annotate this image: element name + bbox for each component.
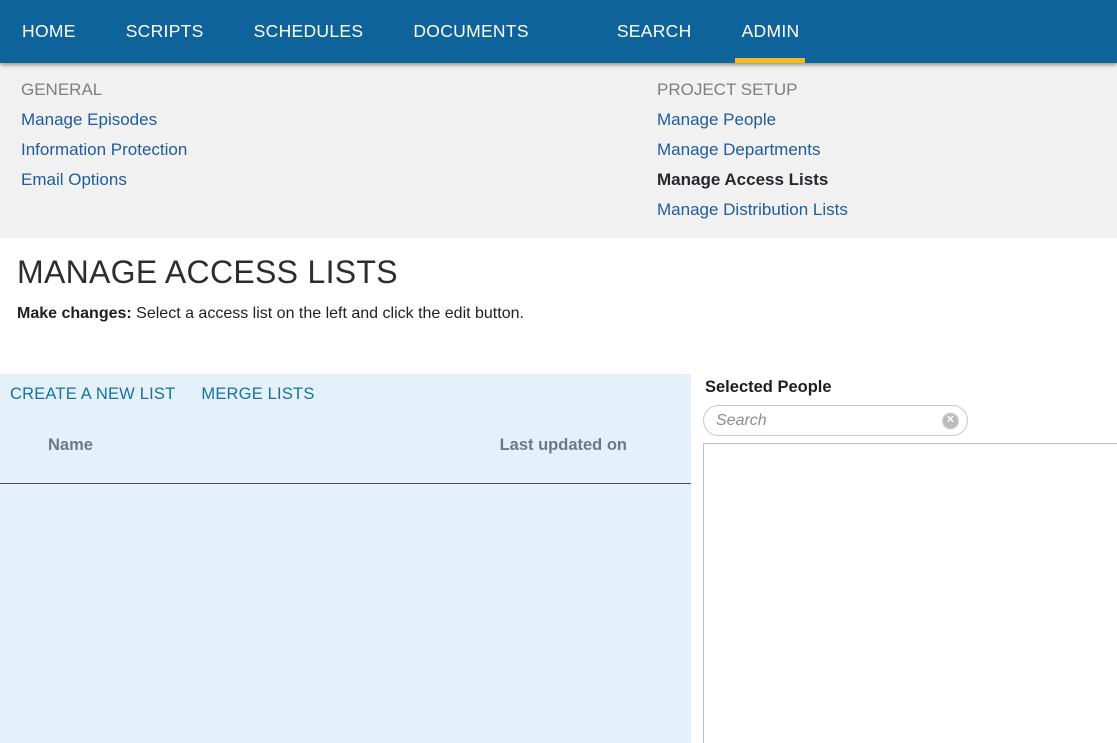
nav-item-search[interactable]: SEARCH (617, 0, 692, 63)
nav-item-home[interactable]: HOME (22, 0, 76, 63)
selected-people-panel: Selected People ✕ (703, 374, 1117, 743)
submenu-item-manage-distribution-lists[interactable]: Manage Distribution Lists (657, 195, 848, 225)
admin-submenu: GENERAL Manage Episodes Information Prot… (0, 63, 1117, 238)
list-table-header: Name Last updated on (48, 436, 627, 455)
instructions-text: Make changes: Select a access list on th… (17, 305, 1117, 323)
page-title: MANAGE ACCESS LISTS (17, 254, 1117, 291)
nav-item-schedules[interactable]: SCHEDULES (254, 0, 364, 63)
nav-item-scripts[interactable]: SCRIPTS (126, 0, 204, 63)
nav-item-documents[interactable]: DOCUMENTS (413, 0, 528, 63)
top-navbar: HOME SCRIPTS SCHEDULES DOCUMENTS SEARCH … (0, 0, 1117, 63)
nav-item-admin[interactable]: ADMIN (742, 0, 800, 63)
submenu-item-manage-people[interactable]: Manage People (657, 105, 848, 135)
clear-search-icon[interactable]: ✕ (942, 412, 959, 429)
submenu-heading-general: GENERAL (21, 75, 187, 105)
people-search: ✕ (703, 405, 968, 436)
instructions-label: Make changes: (17, 305, 132, 322)
submenu-item-manage-departments[interactable]: Manage Departments (657, 135, 848, 165)
column-header-name: Name (48, 436, 93, 455)
submenu-item-information-protection[interactable]: Information Protection (21, 135, 187, 165)
table-header-divider (0, 483, 691, 484)
selected-people-listbox[interactable] (703, 443, 1117, 743)
create-new-list-button[interactable]: CREATE A NEW LIST (10, 385, 175, 404)
submenu-item-email-options[interactable]: Email Options (21, 165, 187, 195)
people-search-input[interactable] (703, 405, 968, 436)
list-actions: CREATE A NEW LIST MERGE LISTS (0, 374, 691, 404)
submenu-column-general: GENERAL Manage Episodes Information Prot… (21, 75, 187, 195)
merge-lists-button[interactable]: MERGE LISTS (201, 385, 314, 404)
submenu-column-project-setup: PROJECT SETUP Manage People Manage Depar… (657, 75, 848, 225)
submenu-heading-project-setup: PROJECT SETUP (657, 75, 848, 105)
content-area: CREATE A NEW LIST MERGE LISTS Name Last … (0, 374, 1117, 743)
instructions-body: Select a access list on the left and cli… (132, 305, 524, 322)
column-header-last-updated: Last updated on (500, 436, 627, 455)
access-lists-panel: CREATE A NEW LIST MERGE LISTS Name Last … (0, 374, 691, 743)
submenu-item-manage-episodes[interactable]: Manage Episodes (21, 105, 187, 135)
selected-people-title: Selected People (705, 378, 1117, 397)
submenu-item-manage-access-lists[interactable]: Manage Access Lists (657, 165, 848, 195)
